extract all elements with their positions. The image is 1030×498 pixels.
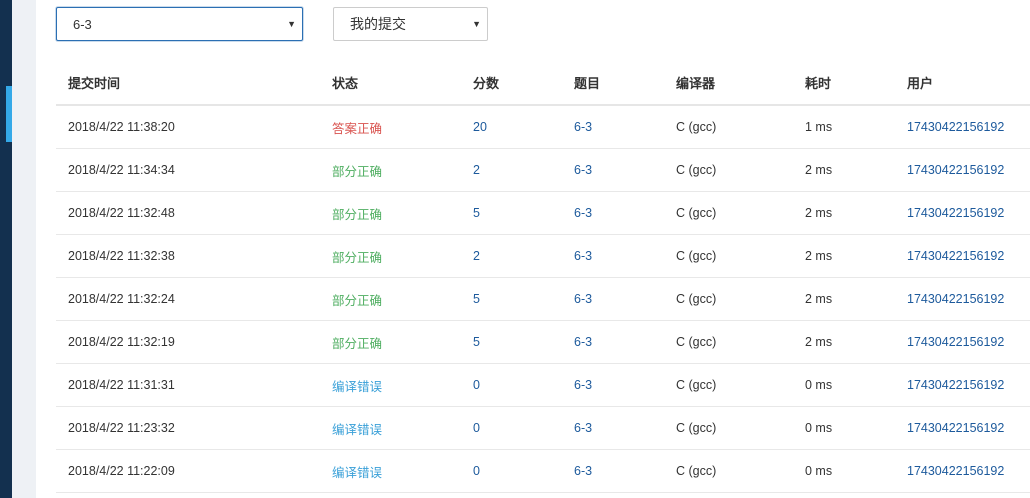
cell-score-link[interactable]: 2 <box>473 148 574 192</box>
table-row: 2018/4/22 11:34:34 部分正确 2 6-3 C (gcc) 2 ms 174… <box>56 148 1030 192</box>
cell-status-link[interactable]: 答案正确 <box>332 105 473 149</box>
header-score: 分数 <box>473 60 574 106</box>
cell-submit-time: 2018/4/22 11:32:24 <box>56 277 332 321</box>
cell-compiler: C (gcc) <box>676 363 805 407</box>
cell-problem-link[interactable]: 6-3 <box>574 406 676 450</box>
cell-time-cost: 2 ms <box>805 234 907 278</box>
cell-status-link[interactable]: 部分正确 <box>332 320 473 364</box>
cell-problem-link[interactable]: 6-3 <box>574 148 676 192</box>
cell-status-link[interactable]: 部分正确 <box>332 191 473 235</box>
cell-score-link[interactable]: 20 <box>473 105 574 149</box>
cell-user-link[interactable]: 17430422156192 <box>907 277 1030 321</box>
cell-time-cost: 1 ms <box>805 105 907 149</box>
submission-scope-value: 我的提交 <box>350 16 406 32</box>
header-compiler: 编译器 <box>676 60 805 106</box>
cell-score-link[interactable]: 2 <box>473 234 574 278</box>
cell-submit-time: 2018/4/22 11:32:48 <box>56 191 332 235</box>
cell-compiler: C (gcc) <box>676 320 805 364</box>
table-row: 2018/4/22 11:38:20 答案正确 20 6-3 C (gcc) 1 ms 17… <box>56 105 1030 149</box>
cell-user-link[interactable]: 17430422156192 <box>907 148 1030 192</box>
cell-problem-link[interactable]: 6-3 <box>574 191 676 235</box>
cell-user-link[interactable]: 17430422156192 <box>907 234 1030 278</box>
cell-problem-link[interactable]: 6-3 <box>574 320 676 364</box>
cell-problem-link[interactable]: 6-3 <box>574 363 676 407</box>
table-row: 2018/4/22 11:22:09 编译错误 0 6-3 C (gcc) 0 ms 174… <box>56 449 1030 493</box>
table-header-row: 提交时间 状态 分数 题目 编译器 耗时 用户 <box>56 60 1030 106</box>
cell-score-link[interactable]: 5 <box>473 191 574 235</box>
cell-user-link[interactable]: 17430422156192 <box>907 363 1030 407</box>
filter-bar: 6-3 ▼ 我的提交 ▼ <box>36 0 1030 60</box>
cell-score-link[interactable]: 5 <box>473 277 574 321</box>
table-row: 2018/4/22 11:31:31 编译错误 0 6-3 C (gcc) 0 ms 174… <box>56 363 1030 407</box>
cell-submit-time: 2018/4/22 11:32:38 <box>56 234 332 278</box>
chevron-down-icon: ▼ <box>287 19 296 29</box>
cell-score-link[interactable]: 0 <box>473 406 574 450</box>
cell-user-link[interactable]: 17430422156192 <box>907 406 1030 450</box>
cell-score-link[interactable]: 5 <box>473 320 574 364</box>
cell-submit-time: 2018/4/22 11:22:09 <box>56 449 332 493</box>
cell-time-cost: 0 ms <box>805 449 907 493</box>
cell-compiler: C (gcc) <box>676 148 805 192</box>
cell-submit-time: 2018/4/22 11:31:31 <box>56 363 332 407</box>
sidebar <box>0 0 12 498</box>
main-panel: 6-3 ▼ 我的提交 ▼ 提交时间 状态 分数 题目 编译器 耗时 用户 201… <box>36 0 1030 498</box>
cell-problem-link[interactable]: 6-3 <box>574 234 676 278</box>
header-status: 状态 <box>332 60 473 106</box>
cell-status-link[interactable]: 编译错误 <box>332 363 473 407</box>
cell-submit-time: 2018/4/22 11:32:19 <box>56 320 332 364</box>
cell-user-link[interactable]: 17430422156192 <box>907 320 1030 364</box>
table-row: 2018/4/22 11:32:38 部分正确 2 6-3 C (gcc) 2 ms 174… <box>56 234 1030 278</box>
cell-score-link[interactable]: 0 <box>473 363 574 407</box>
problem-select-value: 6-3 <box>73 16 92 32</box>
table-row: 2018/4/22 11:23:32 编译错误 0 6-3 C (gcc) 0 ms 174… <box>56 406 1030 450</box>
cell-time-cost: 2 ms <box>805 320 907 364</box>
submissions-table: 提交时间 状态 分数 题目 编译器 耗时 用户 2018/4/22 11:38:… <box>56 60 1030 493</box>
cell-user-link[interactable]: 17430422156192 <box>907 105 1030 149</box>
chevron-down-icon: ▼ <box>472 19 481 29</box>
cell-submit-time: 2018/4/22 11:38:20 <box>56 105 332 149</box>
cell-user-link[interactable]: 17430422156192 <box>907 449 1030 493</box>
cell-status-link[interactable]: 编译错误 <box>332 449 473 493</box>
submission-scope-select[interactable]: 我的提交 ▼ <box>333 7 488 41</box>
cell-problem-link[interactable]: 6-3 <box>574 277 676 321</box>
cell-user-link[interactable]: 17430422156192 <box>907 191 1030 235</box>
cell-status-link[interactable]: 部分正确 <box>332 277 473 321</box>
header-user: 用户 <box>907 60 1030 106</box>
cell-compiler: C (gcc) <box>676 277 805 321</box>
cell-compiler: C (gcc) <box>676 105 805 149</box>
sidebar-active-indicator <box>6 86 12 142</box>
cell-score-link[interactable]: 0 <box>473 449 574 493</box>
cell-status-link[interactable]: 编译错误 <box>332 406 473 450</box>
header-time-cost: 耗时 <box>805 60 907 106</box>
header-problem: 题目 <box>574 60 676 106</box>
table-row: 2018/4/22 11:32:48 部分正确 5 6-3 C (gcc) 2 ms 174… <box>56 191 1030 235</box>
cell-compiler: C (gcc) <box>676 191 805 235</box>
cell-compiler: C (gcc) <box>676 449 805 493</box>
table-row: 2018/4/22 11:32:19 部分正确 5 6-3 C (gcc) 2 ms 174… <box>56 320 1030 364</box>
cell-time-cost: 2 ms <box>805 191 907 235</box>
cell-problem-link[interactable]: 6-3 <box>574 105 676 149</box>
cell-status-link[interactable]: 部分正确 <box>332 148 473 192</box>
cell-submit-time: 2018/4/22 11:34:34 <box>56 148 332 192</box>
cell-compiler: C (gcc) <box>676 406 805 450</box>
cell-status-link[interactable]: 部分正确 <box>332 234 473 278</box>
problem-select[interactable]: 6-3 ▼ <box>56 7 303 41</box>
table-row: 2018/4/22 11:32:24 部分正确 5 6-3 C (gcc) 2 ms 174… <box>56 277 1030 321</box>
cell-submit-time: 2018/4/22 11:23:32 <box>56 406 332 450</box>
cell-time-cost: 0 ms <box>805 406 907 450</box>
cell-problem-link[interactable]: 6-3 <box>574 449 676 493</box>
cell-time-cost: 0 ms <box>805 363 907 407</box>
header-submit-time: 提交时间 <box>56 60 332 106</box>
cell-compiler: C (gcc) <box>676 234 805 278</box>
cell-time-cost: 2 ms <box>805 277 907 321</box>
cell-time-cost: 2 ms <box>805 148 907 192</box>
